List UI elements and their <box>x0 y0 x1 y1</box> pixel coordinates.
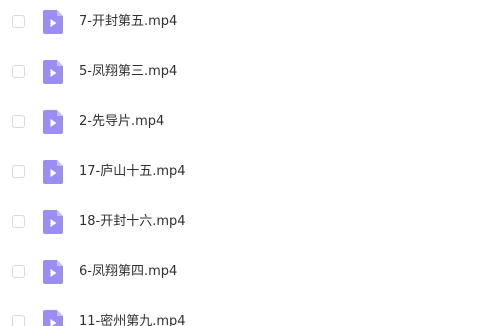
file-name[interactable]: 7-开封第五.mp4 <box>79 13 177 31</box>
file-checkbox[interactable] <box>12 165 25 178</box>
file-name[interactable]: 11-密州第九.mp4 <box>79 313 186 326</box>
file-name[interactable]: 18-开封十六.mp4 <box>79 213 186 231</box>
file-row[interactable]: 17-庐山十五.mp4 <box>0 154 484 190</box>
file-row[interactable]: 5-凤翔第三.mp4 <box>0 54 484 90</box>
file-checkbox[interactable] <box>12 315 25 326</box>
file-name[interactable]: 17-庐山十五.mp4 <box>79 163 186 181</box>
file-checkbox[interactable] <box>12 65 25 78</box>
file-name[interactable]: 5-凤翔第三.mp4 <box>79 63 177 81</box>
file-name[interactable]: 6-凤翔第四.mp4 <box>79 263 177 281</box>
file-row[interactable]: 18-开封十六.mp4 <box>0 204 484 240</box>
file-checkbox[interactable] <box>12 15 25 28</box>
file-row[interactable]: 11-密州第九.mp4 <box>0 304 484 326</box>
file-checkbox[interactable] <box>12 115 25 128</box>
video-file-icon <box>43 160 63 184</box>
video-file-icon <box>43 210 63 234</box>
file-row[interactable]: 6-凤翔第四.mp4 <box>0 254 484 290</box>
video-file-icon <box>43 10 63 34</box>
video-file-icon <box>43 260 63 284</box>
file-checkbox[interactable] <box>12 265 25 278</box>
video-file-icon <box>43 60 63 84</box>
file-row[interactable]: 7-开封第五.mp4 <box>0 4 484 40</box>
file-name[interactable]: 2-先导片.mp4 <box>79 113 164 131</box>
file-row[interactable]: 2-先导片.mp4 <box>0 104 484 140</box>
file-checkbox[interactable] <box>12 215 25 228</box>
video-file-icon <box>43 110 63 134</box>
file-list: 7-开封第五.mp4 5-凤翔第三.mp4 2-先导片.mp4 17-庐山十五.… <box>0 0 484 326</box>
video-file-icon <box>43 310 63 326</box>
